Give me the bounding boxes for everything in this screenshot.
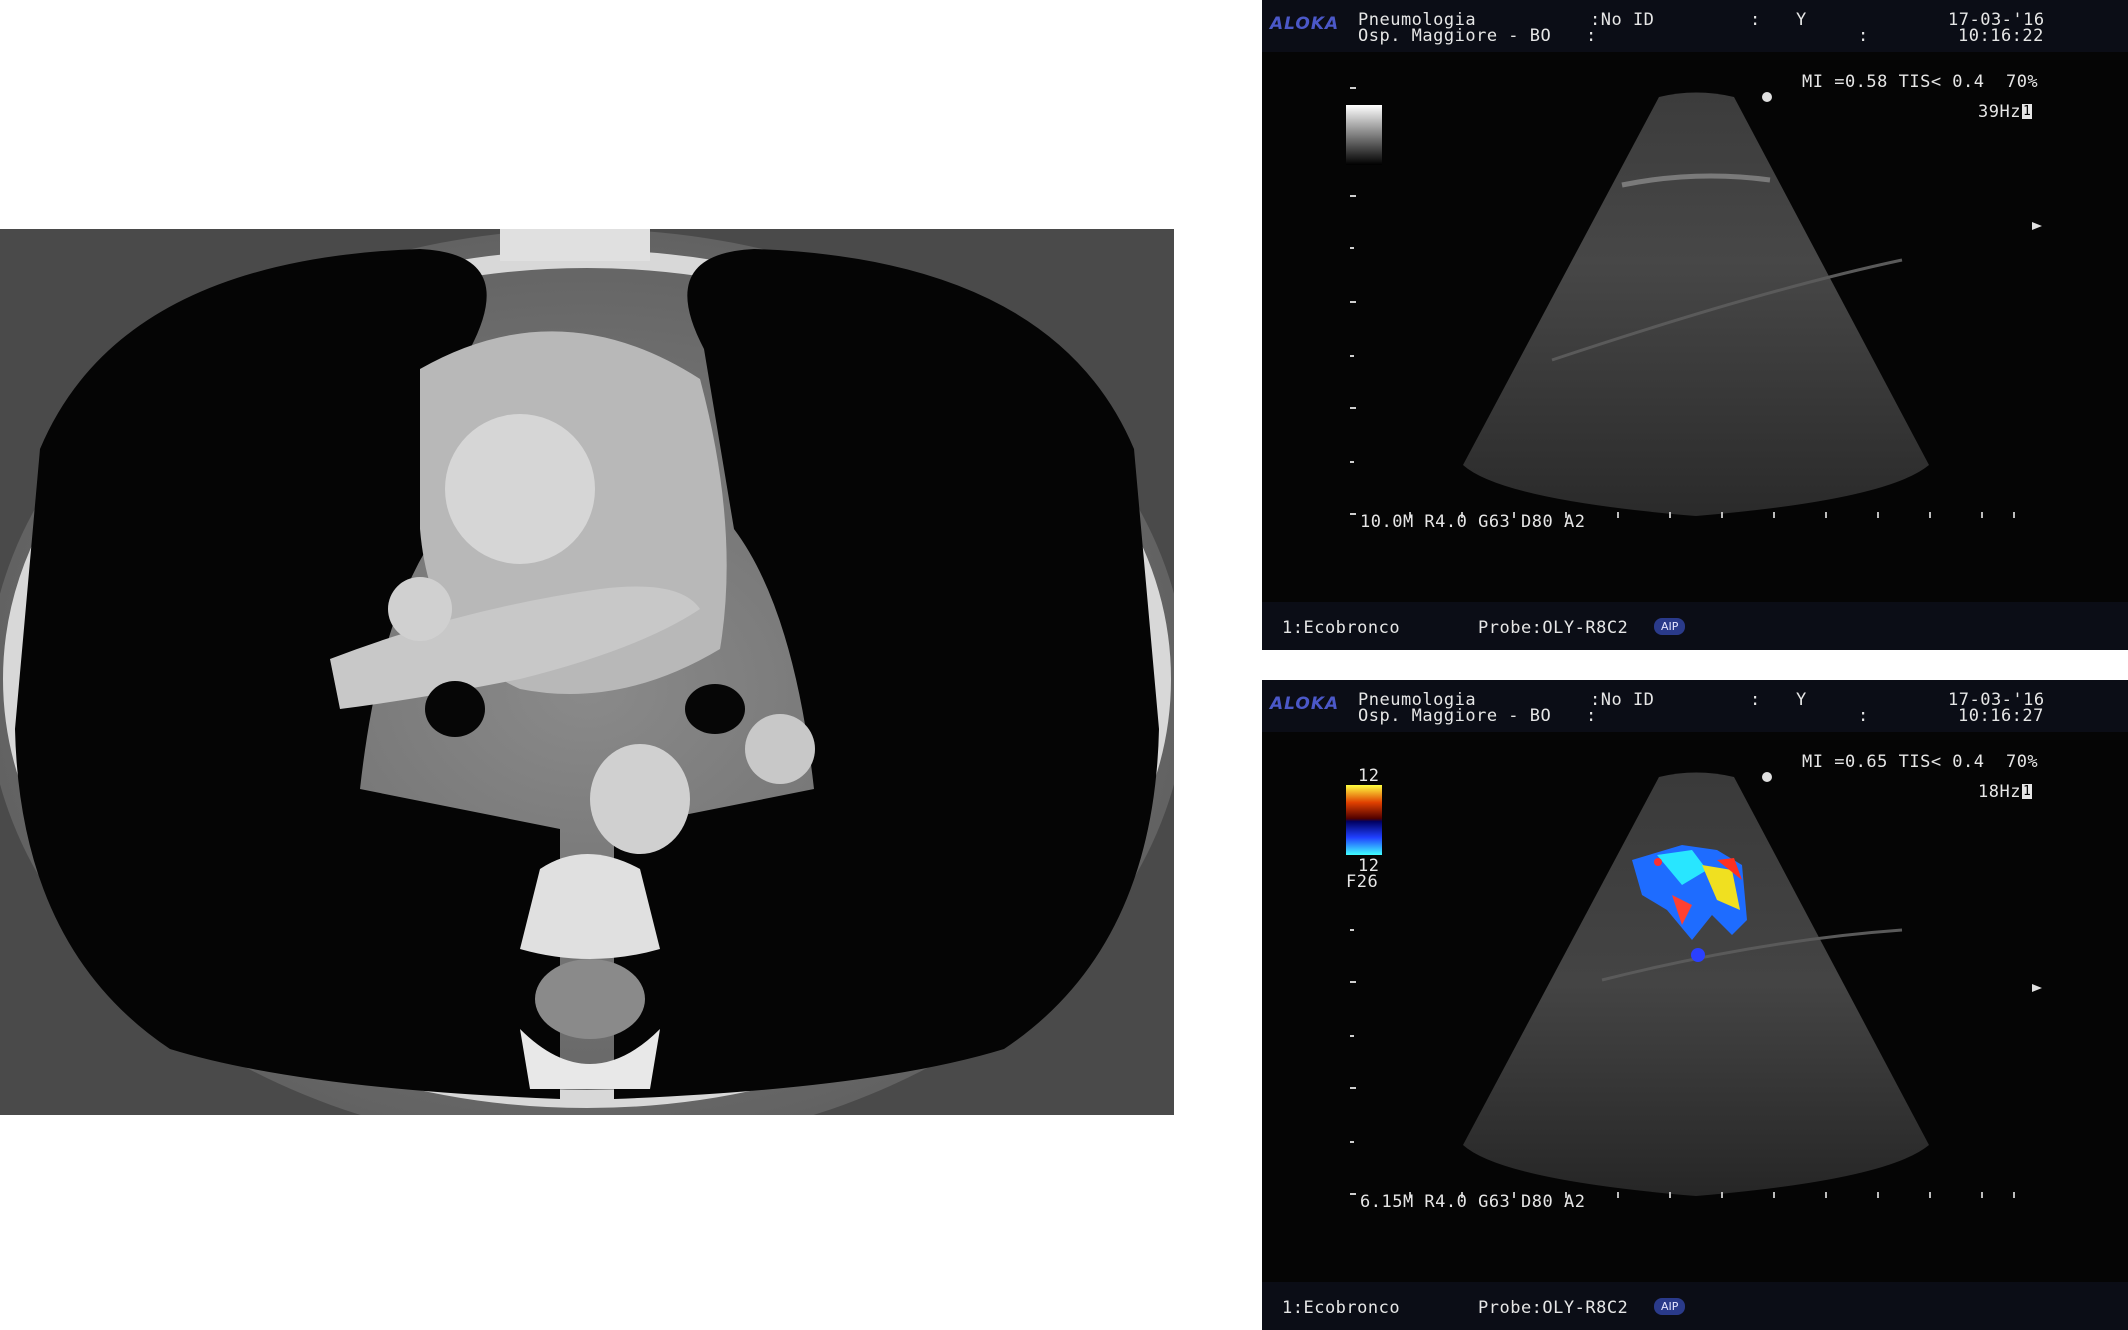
header-colon: : [1750,10,1761,30]
header-y-text: Y [1796,10,1807,30]
patient-id-text: :No ID [1590,10,1655,30]
focus-marker-icon [2032,222,2042,230]
exam-time: 10:16:22 [1958,26,2044,46]
frame-rate-marker: 1 [2022,784,2033,799]
aip-badge: AIP [1654,1298,1686,1315]
patient-id-text: :No ID [1590,690,1655,710]
header-colon: : [1858,706,1869,726]
hospital-text: Osp. Maggiore - BO [1358,26,1552,46]
scan-parameters: 10.0M R4.0 G63 D80 A2 [1360,512,1586,532]
hospital-text: Osp. Maggiore - BO [1358,706,1552,726]
probe-name: Probe:OLY-R8C2 [1478,618,1629,638]
ultrasound-panel-grayscale: ALOKA Pneumologia Osp. Maggiore - BO :No… [1262,0,2128,650]
frame-rate-marker: 1 [2022,104,2033,119]
depth-scale [1350,929,1356,1195]
header-colon: : [1750,690,1761,710]
scan-parameters: 6.15M R4.0 G63 D80 A2 [1360,1192,1586,1212]
frame-rate: 39Hz [1978,102,2021,122]
mi-tis-readout: MI =0.58 TIS< 0.4 70% [1802,72,2039,92]
preset-name: 1:Ecobronco [1282,1298,1401,1318]
aip-badge: AIP [1654,618,1686,635]
orientation-dot-icon [1762,772,1772,782]
grayscale-bar [1346,105,1382,165]
preset-name: 1:Ecobronco [1282,618,1401,638]
velocity-scale-max: 12 [1358,766,1380,786]
color-velocity-bar [1346,785,1382,855]
probe-name: Probe:OLY-R8C2 [1478,1298,1629,1318]
brand-logo: ALOKA [1270,694,1340,714]
frame-rate: 18Hz [1978,782,2021,802]
header-colon: : [1858,26,1869,46]
header-y-text: Y [1796,690,1807,710]
ct-scan-image [0,229,1174,1115]
ultrasound-sector-image [1346,87,2042,518]
orientation-dot-icon [1762,92,1772,102]
focus-marker-icon [2032,984,2042,992]
wall-filter: F26 [1346,872,1379,892]
brand-logo: ALOKA [1270,14,1340,34]
exam-time: 10:16:27 [1958,706,2044,726]
ultrasound-sector-image [1346,772,2042,1198]
ultrasound-panel-doppler: ALOKA Pneumologia Osp. Maggiore - BO :No… [1262,680,2128,1330]
header-colon: : [1586,26,1597,46]
header-colon: : [1586,706,1597,726]
mi-tis-readout: MI =0.65 TIS< 0.4 70% [1802,752,2039,772]
